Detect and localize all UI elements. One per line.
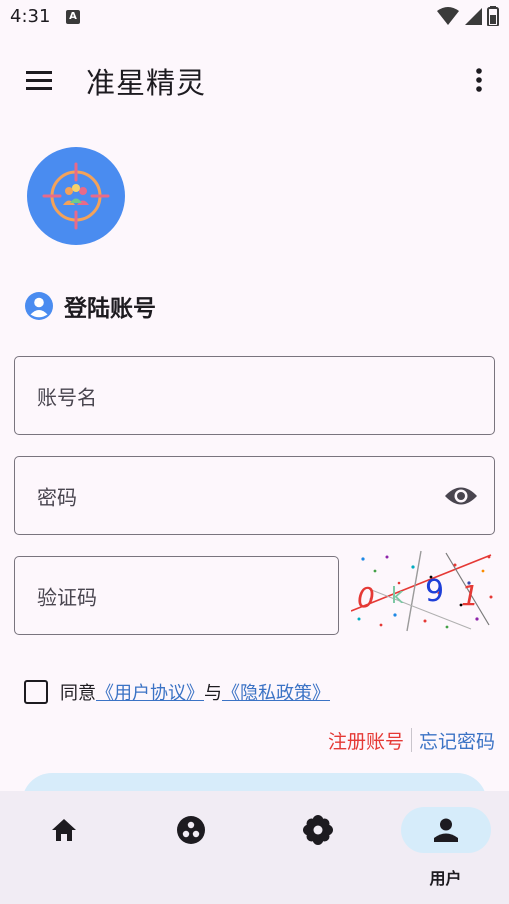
more-vert-icon[interactable] xyxy=(471,66,487,94)
account-links: 注册账号 忘记密码 xyxy=(328,726,495,754)
captcha-char: 0 xyxy=(357,581,375,614)
notification-icon: A xyxy=(66,10,80,24)
agree-checkbox[interactable] xyxy=(24,680,48,704)
privacy-policy-link[interactable]: 《隐私政策》 xyxy=(222,679,330,705)
app-logo xyxy=(27,147,125,245)
nav-icon-container xyxy=(273,807,363,853)
agree-label: 同意 xyxy=(60,683,96,704)
captcha-char: k xyxy=(391,584,404,609)
status-time: 4:31 xyxy=(10,6,51,27)
captcha-image[interactable]: 0 k 9 1 xyxy=(351,549,497,633)
nav-icon-container xyxy=(146,807,236,853)
app-bar: 准星精灵 xyxy=(0,50,509,110)
nav-active-indicator xyxy=(400,807,491,853)
status-bar: 4:31 A xyxy=(0,0,509,36)
crosshair-group-icon xyxy=(42,162,110,230)
captcha-placeholder: 验证码 xyxy=(37,585,97,609)
dots-circle-icon xyxy=(176,816,205,844)
forgot-password-link[interactable]: 忘记密码 xyxy=(412,727,495,754)
bottom-navigation: 用户 xyxy=(0,791,509,904)
account-circle-icon xyxy=(25,292,53,320)
nav-item-user[interactable]: 用户 xyxy=(382,791,509,904)
account-placeholder: 账号名 xyxy=(37,385,97,409)
person-icon xyxy=(433,818,458,842)
nav-icon-container xyxy=(19,807,109,853)
nav-item-discover[interactable] xyxy=(254,791,381,904)
section-title: 登陆账号 xyxy=(64,296,156,322)
flower-icon xyxy=(302,815,333,845)
wifi-icon xyxy=(437,7,459,25)
captcha-field[interactable]: 验证码 xyxy=(14,556,339,635)
status-icons xyxy=(437,6,499,26)
password-field[interactable]: 密码 xyxy=(14,456,495,535)
captcha-char: 1 xyxy=(461,579,479,612)
agreement-row: 同意 《用户协议》 与 《隐私政策》 xyxy=(24,678,330,706)
app-title: 准星精灵 xyxy=(86,66,207,100)
account-field[interactable]: 账号名 xyxy=(14,356,495,435)
nav-item-home[interactable] xyxy=(0,791,127,904)
menu-icon[interactable] xyxy=(24,66,54,94)
login-section-header: 登陆账号 xyxy=(24,288,156,324)
home-icon xyxy=(51,819,76,841)
nav-item-explore[interactable] xyxy=(127,791,254,904)
nav-label-user: 用户 xyxy=(429,869,462,888)
user-agreement-link[interactable]: 《用户协议》 xyxy=(96,679,204,705)
signal-icon xyxy=(465,8,482,25)
and-label: 与 xyxy=(204,683,222,704)
register-link[interactable]: 注册账号 xyxy=(328,727,411,754)
captcha-char: 9 xyxy=(425,574,444,609)
password-placeholder: 密码 xyxy=(37,485,77,509)
visibility-icon[interactable] xyxy=(444,483,478,509)
battery-icon xyxy=(487,6,499,26)
